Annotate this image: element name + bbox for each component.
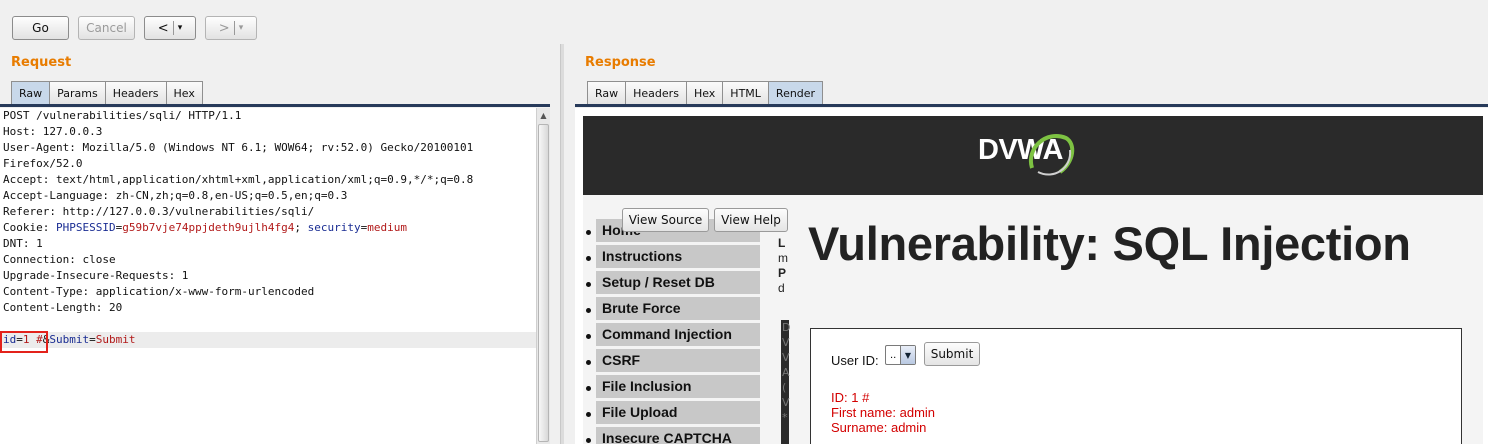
menu-item-label[interactable]: File Upload <box>596 401 760 424</box>
menu-item[interactable]: Command Injection <box>577 323 767 346</box>
cookie-key: PHPSESSID <box>55 221 116 234</box>
menu-item[interactable]: CSRF <box>577 349 767 372</box>
forward-button[interactable]: > ▾ <box>205 16 257 40</box>
clipped-dark-box: D V V A ( V * <box>781 320 790 444</box>
dvwa-menu: Home Instructions Setup / Reset DB Brute… <box>577 219 767 444</box>
menu-item-label[interactable]: Command Injection <box>596 323 760 346</box>
request-line: Content-Type: application/x-www-form-url… <box>3 285 315 298</box>
cookie-line: Cookie: PHPSESSID=g59b7vje74ppjdeth9ujlh… <box>3 221 408 234</box>
request-line <box>0 316 536 332</box>
panel-splitter[interactable] <box>560 44 564 444</box>
result-first-name: First name: admin <box>831 405 936 420</box>
request-tabs: Raw Params Headers Hex <box>11 81 203 104</box>
cancel-button[interactable]: Cancel <box>78 16 135 40</box>
response-tabs: Raw Headers Hex HTML Render <box>587 81 824 104</box>
scroll-up-icon[interactable]: ▲ <box>537 108 550 122</box>
request-line: Connection: close <box>3 253 116 266</box>
payload-highlight-box <box>0 331 48 353</box>
separator <box>233 21 235 35</box>
tab-headers[interactable]: Headers <box>104 81 167 104</box>
tab-params[interactable]: Params <box>49 81 106 104</box>
tab-render[interactable]: Render <box>767 81 824 104</box>
submit-button[interactable]: Submit <box>924 342 980 366</box>
menu-item-label[interactable]: Insecure CAPTCHA <box>596 427 760 444</box>
request-editor[interactable]: POST /vulnerabilities/sqli/ HTTP/1.1 Hos… <box>0 108 536 444</box>
response-title: Response <box>585 55 656 70</box>
response-tab-underline <box>575 104 1488 107</box>
dvwa-header: DVWA <box>583 116 1483 195</box>
forward-arrow-icon: > <box>218 20 230 36</box>
request-tab-underline <box>0 104 550 107</box>
request-scrollbar[interactable]: ▲ <box>536 108 550 444</box>
body-key: Submit <box>49 333 90 346</box>
menu-item[interactable]: Instructions <box>577 245 767 268</box>
request-line: Firefox/52.0 <box>3 157 83 170</box>
result-surname: Surname: admin <box>831 420 927 435</box>
tab-raw[interactable]: Raw <box>587 81 627 104</box>
menu-item-label[interactable]: File Inclusion <box>596 375 760 398</box>
menu-item[interactable]: Brute Force <box>577 297 767 320</box>
go-button[interactable]: Go <box>12 16 69 40</box>
page-title: Vulnerability: SQL Injection <box>808 217 1411 270</box>
cookie-value: medium <box>367 221 408 234</box>
request-line: Accept: text/html,application/xhtml+xml,… <box>3 173 474 186</box>
result-id: ID: 1 # <box>831 390 870 405</box>
render-view: DVWA Home Instructions Setup / Reset DB … <box>575 108 1488 444</box>
view-help-button[interactable]: View Help <box>714 208 788 232</box>
user-id-label: User ID: <box>831 353 879 368</box>
cookie-separator: ; <box>294 221 308 234</box>
request-line: User-Agent: Mozilla/5.0 (Windows NT 6.1;… <box>3 141 474 154</box>
request-line: Accept-Language: zh-CN,zh;q=0.8,en-US;q=… <box>3 189 348 202</box>
user-id-value: .. <box>890 349 897 361</box>
sqli-form: User ID: .. ▼ Submit ID: 1 # First name:… <box>810 328 1462 444</box>
scroll-thumb[interactable] <box>538 124 549 442</box>
request-line: Referer: http://127.0.0.3/vulnerabilitie… <box>3 205 315 218</box>
chevron-down-icon[interactable]: ▼ <box>900 346 915 364</box>
menu-item-label[interactable]: Instructions <box>596 245 760 268</box>
cookie-value: g59b7vje74ppjdeth9ujlh4fg4 <box>122 221 295 234</box>
request-line: Content-Length: 20 <box>3 301 123 314</box>
view-source-button[interactable]: View Source <box>622 208 709 232</box>
logo-swoosh-icon <box>1028 134 1075 176</box>
body-value: Submit <box>95 333 136 346</box>
request-line: Upgrade-Insecure-Requests: 1 <box>3 269 189 282</box>
menu-item-label[interactable]: Brute Force <box>596 297 760 320</box>
back-button[interactable]: < ▾ <box>144 16 196 40</box>
request-title: Request <box>11 55 72 70</box>
request-line: Host: 127.0.0.3 <box>3 125 103 138</box>
chevron-down-icon: ▾ <box>177 23 183 33</box>
separator <box>172 21 174 35</box>
menu-item[interactable]: Insecure CAPTCHA <box>577 427 767 444</box>
menu-item-label[interactable]: CSRF <box>596 349 760 372</box>
request-body-line: id=1 #&Submit=Submit <box>0 332 536 348</box>
menu-item[interactable]: Setup / Reset DB <box>577 271 767 294</box>
menu-item-label[interactable]: Setup / Reset DB <box>596 271 760 294</box>
tab-headers[interactable]: Headers <box>625 81 687 104</box>
request-line: POST /vulnerabilities/sqli/ HTTP/1.1 <box>3 109 242 122</box>
tab-html[interactable]: HTML <box>722 81 769 104</box>
menu-item[interactable]: File Upload <box>577 401 767 424</box>
tab-raw[interactable]: Raw <box>11 81 51 104</box>
user-id-select[interactable]: .. ▼ <box>885 345 916 365</box>
menu-item[interactable]: File Inclusion <box>577 375 767 398</box>
back-arrow-icon: < <box>157 20 169 36</box>
tab-hex[interactable]: Hex <box>685 81 724 104</box>
cookie-key: security <box>307 221 361 234</box>
cookie-prefix: Cookie: <box>3 221 56 234</box>
request-line: DNT: 1 <box>3 237 43 250</box>
chevron-down-icon: ▾ <box>238 23 244 33</box>
tab-hex[interactable]: Hex <box>165 81 203 104</box>
